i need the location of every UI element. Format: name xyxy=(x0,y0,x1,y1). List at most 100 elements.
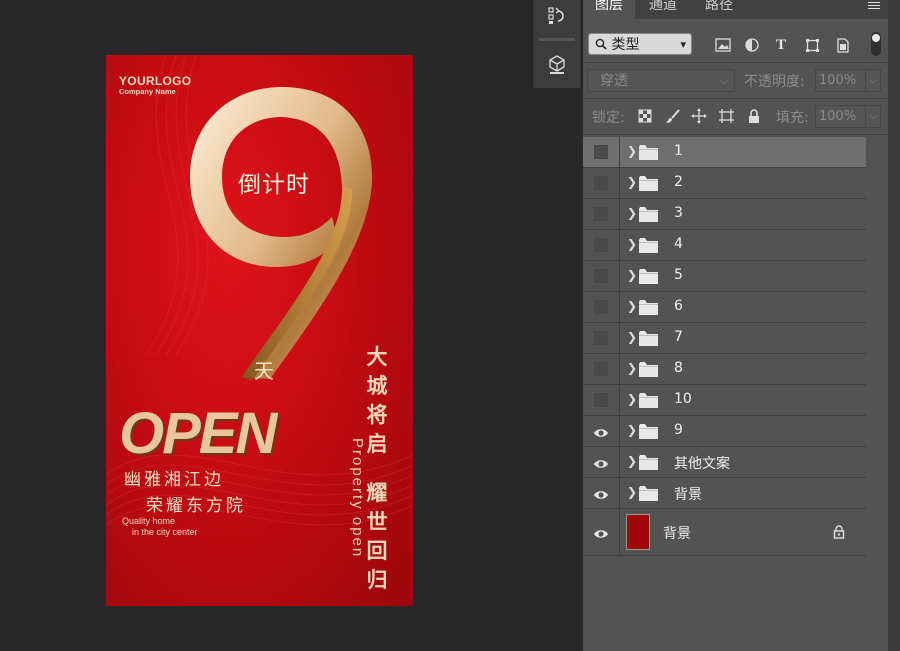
tab-paths[interactable]: 路径 xyxy=(693,0,745,19)
blend-mode-dropdown[interactable]: 穿透 ⌵ xyxy=(587,69,735,92)
filter-label: 类型 xyxy=(611,37,640,53)
expand-arrow-icon[interactable]: ❯ xyxy=(627,206,637,220)
divider xyxy=(583,98,888,99)
divider xyxy=(583,62,888,63)
text-filter-icon[interactable]: T xyxy=(771,35,791,55)
layer-name[interactable]: 5 xyxy=(674,267,683,283)
layer-name[interactable]: 7 xyxy=(674,329,683,345)
folder-icon xyxy=(639,455,658,474)
countdown-text: 倒计时 xyxy=(238,172,310,198)
expand-arrow-icon[interactable]: ❯ xyxy=(627,485,637,499)
tagline-line2: in the city center xyxy=(132,527,198,537)
expand-arrow-icon[interactable]: ❯ xyxy=(627,299,637,313)
lock-transparent-pixels-icon[interactable] xyxy=(636,107,654,125)
layer-row[interactable]: ❯ 8 xyxy=(583,354,866,385)
folder-icon xyxy=(639,207,658,226)
layer-name[interactable]: 3 xyxy=(674,205,683,221)
fill-label: 填充: xyxy=(776,110,809,126)
layer-name[interactable]: 9 xyxy=(674,422,683,438)
day-text: 天 xyxy=(254,359,274,383)
visibility-toggle[interactable] xyxy=(583,323,620,353)
layer-name[interactable]: 2 xyxy=(674,174,683,190)
layer-name[interactable]: 背景 xyxy=(674,484,702,504)
background-layer-row[interactable]: 背景 xyxy=(583,509,866,556)
layers-panel: 图层 通道 路径 类型 ▾ T 穿透 ⌵ 不透明度: 100% ⌵ 锁定: 填充… xyxy=(583,0,888,651)
panel-menu-icon[interactable] xyxy=(868,0,880,11)
layer-name[interactable]: 其他文案 xyxy=(674,453,730,473)
eye-icon xyxy=(593,455,609,474)
poster-artwork[interactable]: YOURLOGO Company Name 倒计时 天 OPEN 幽雅湘江边 荣… xyxy=(106,55,413,606)
adjustment-filter-icon[interactable] xyxy=(742,35,762,55)
fill-input[interactable]: 100% xyxy=(815,105,867,128)
layer-row[interactable]: ❯ 3 xyxy=(583,199,866,230)
visibility-toggle[interactable] xyxy=(583,199,620,229)
smart-object-filter-icon[interactable] xyxy=(833,35,853,55)
layer-name[interactable]: 背景 xyxy=(663,523,691,543)
lock-position-icon[interactable] xyxy=(690,107,708,125)
folder-icon xyxy=(639,424,658,443)
lock-label: 锁定: xyxy=(592,110,625,126)
tab-layers[interactable]: 图层 xyxy=(583,0,635,19)
visibility-toggle[interactable] xyxy=(583,261,620,291)
chevron-down-icon: ▾ xyxy=(680,38,686,51)
expand-arrow-icon[interactable]: ❯ xyxy=(627,361,637,375)
history-icon[interactable] xyxy=(545,4,569,28)
panel-scrollbar[interactable] xyxy=(888,0,900,651)
layer-row[interactable]: ❯ 5 xyxy=(583,261,866,292)
expand-arrow-icon[interactable]: ❯ xyxy=(627,423,637,437)
eye-icon xyxy=(593,486,609,505)
expand-arrow-icon[interactable]: ❯ xyxy=(627,237,637,251)
expand-arrow-icon[interactable]: ❯ xyxy=(627,268,637,282)
visibility-toggle[interactable] xyxy=(583,416,620,446)
layer-filter-dropdown[interactable]: 类型 ▾ xyxy=(588,33,692,55)
hidden-visibility-box xyxy=(594,362,608,376)
shape-filter-icon[interactable] xyxy=(802,35,822,55)
document-canvas[interactable]: YOURLOGO Company Name 倒计时 天 OPEN 幽雅湘江边 荣… xyxy=(0,0,532,651)
folder-icon xyxy=(639,176,658,195)
layer-name[interactable]: 4 xyxy=(674,236,683,252)
3d-cube-icon[interactable] xyxy=(545,52,569,76)
padlock-icon[interactable] xyxy=(833,524,845,543)
visibility-toggle[interactable] xyxy=(583,354,620,384)
tab-channels[interactable]: 通道 xyxy=(637,0,689,19)
opacity-chevron-icon[interactable]: ⌵ xyxy=(865,69,881,92)
opacity-label: 不透明度: xyxy=(744,74,805,90)
visibility-toggle[interactable] xyxy=(583,385,620,415)
layer-row[interactable]: ❯ 7 xyxy=(583,323,866,354)
visibility-toggle[interactable] xyxy=(583,230,620,260)
visibility-toggle[interactable] xyxy=(583,478,620,508)
filter-toggle-switch[interactable] xyxy=(871,32,881,56)
hidden-visibility-box xyxy=(594,145,608,159)
expand-arrow-icon[interactable]: ❯ xyxy=(627,175,637,189)
expand-arrow-icon[interactable]: ❯ xyxy=(627,144,637,158)
layer-row[interactable]: ❯ 1 xyxy=(583,137,866,168)
expand-arrow-icon[interactable]: ❯ xyxy=(627,392,637,406)
layer-name[interactable]: 6 xyxy=(674,298,683,314)
visibility-toggle[interactable] xyxy=(583,137,620,167)
layer-row[interactable]: ❯ 背景 xyxy=(583,478,866,509)
folder-icon xyxy=(639,393,658,412)
layer-name[interactable]: 10 xyxy=(674,391,692,407)
expand-arrow-icon[interactable]: ❯ xyxy=(627,330,637,344)
layer-row[interactable]: ❯ 9 xyxy=(583,416,866,447)
layer-row[interactable]: ❯ 2 xyxy=(583,168,866,199)
folder-icon xyxy=(639,331,658,350)
layer-row[interactable]: ❯ 10 xyxy=(583,385,866,416)
visibility-toggle[interactable] xyxy=(583,292,620,322)
expand-arrow-icon[interactable]: ❯ xyxy=(627,454,637,468)
layer-row[interactable]: ❯ 6 xyxy=(583,292,866,323)
visibility-toggle[interactable] xyxy=(583,168,620,198)
opacity-input[interactable]: 100% xyxy=(815,69,867,92)
image-filter-icon[interactable] xyxy=(713,35,733,55)
subtitle-line2: 荣耀东方院 xyxy=(146,496,246,516)
layer-name[interactable]: 1 xyxy=(674,143,683,159)
lock-artboard-icon[interactable] xyxy=(717,107,735,125)
layer-name[interactable]: 8 xyxy=(674,360,683,376)
lock-all-icon[interactable] xyxy=(745,107,763,125)
lock-image-pixels-icon[interactable] xyxy=(664,107,682,125)
visibility-toggle[interactable] xyxy=(583,447,620,477)
layer-row[interactable]: ❯ 其他文案 xyxy=(583,447,866,478)
visibility-toggle[interactable] xyxy=(583,509,620,555)
layer-row[interactable]: ❯ 4 xyxy=(583,230,866,261)
fill-chevron-icon[interactable]: ⌵ xyxy=(865,105,881,128)
